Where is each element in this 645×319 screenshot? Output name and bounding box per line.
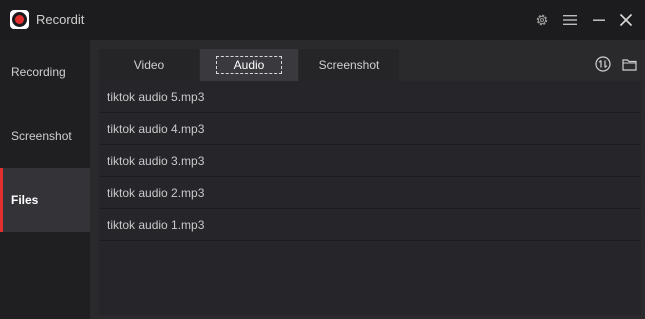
tab-audio[interactable]: Audio — [200, 49, 298, 81]
file-name: tiktok audio 3.mp3 — [107, 153, 205, 168]
minimize-icon[interactable] — [589, 10, 609, 30]
active-indicator — [0, 168, 3, 232]
file-name: tiktok audio 1.mp3 — [107, 217, 205, 232]
file-row[interactable]: tiktok audio 5.mp3 — [99, 81, 641, 113]
app-window: Recordit Recording Screenshot Files Vide… — [0, 0, 645, 319]
tab-label: Audio — [215, 56, 283, 74]
recordit-logo-icon — [10, 10, 29, 29]
file-row[interactable]: tiktok audio 3.mp3 — [99, 145, 641, 177]
file-row[interactable]: tiktok audio 4.mp3 — [99, 113, 641, 145]
sidebar-item-label: Files — [11, 193, 39, 207]
file-row[interactable]: tiktok audio 2.mp3 — [99, 177, 641, 209]
sidebar-item-files[interactable]: Files — [0, 168, 90, 232]
file-name: tiktok audio 4.mp3 — [107, 121, 205, 136]
sidebar-item-recording[interactable]: Recording — [0, 40, 90, 104]
close-icon[interactable] — [616, 10, 636, 30]
hamburger-menu-icon[interactable] — [560, 10, 580, 30]
tab-label: Video — [133, 58, 165, 72]
tab-label: Screenshot — [318, 58, 380, 72]
title-bar: Recordit — [0, 0, 645, 40]
file-name: tiktok audio 5.mp3 — [107, 89, 205, 104]
folder-icon[interactable] — [620, 55, 638, 73]
file-name: tiktok audio 2.mp3 — [107, 185, 205, 200]
tab-video[interactable]: Video — [99, 49, 199, 81]
files-panel: Video Audio Screenshot tiktok audio 5.mp… — [90, 40, 645, 319]
file-list: tiktok audio 5.mp3 tiktok audio 4.mp3 ti… — [99, 81, 641, 315]
sidebar-item-label: Recording — [11, 65, 66, 79]
sidebar: Recording Screenshot Files — [0, 40, 90, 319]
app-title: Recordit — [36, 12, 85, 27]
gear-icon[interactable] — [532, 10, 552, 30]
convert-icon[interactable] — [594, 55, 612, 73]
file-row[interactable]: tiktok audio 1.mp3 — [99, 209, 641, 241]
sidebar-item-screenshot[interactable]: Screenshot — [0, 104, 90, 168]
tab-screenshot[interactable]: Screenshot — [299, 49, 399, 81]
sidebar-item-label: Screenshot — [11, 129, 72, 143]
